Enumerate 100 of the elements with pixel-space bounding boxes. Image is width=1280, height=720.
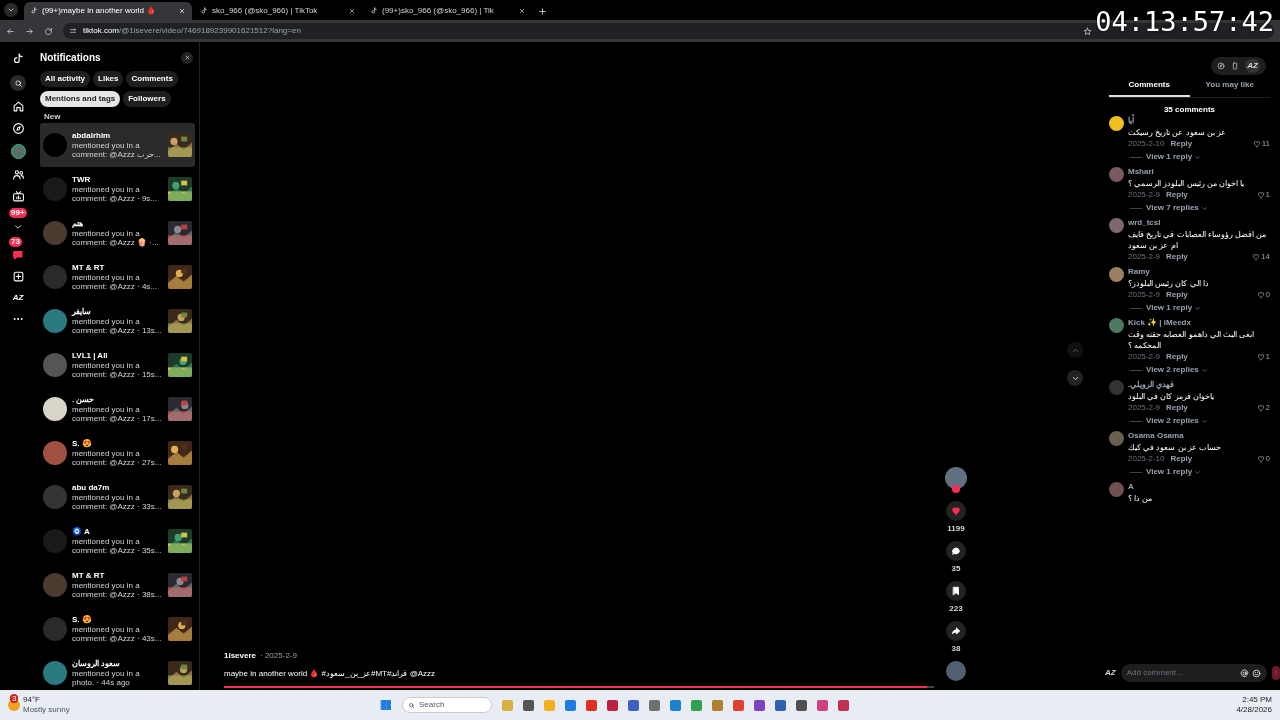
like-count[interactable]: 1 [1256,190,1270,200]
view-replies-link[interactable]: View 7 replies [1146,203,1208,213]
like-count[interactable]: 2 [1256,403,1270,413]
comment-author[interactable]: .فهدي الرويلي [1128,380,1270,390]
taskbar-app-icon[interactable] [607,699,618,711]
bookmark-star-icon[interactable] [1083,26,1092,36]
panel-tab[interactable]: You may like [1189,79,1270,97]
comment-input[interactable]: Add comment... [1126,667,1237,679]
like-button[interactable] [946,501,966,521]
upload-icon[interactable] [11,270,25,283]
notification-item[interactable]: TWR mentioned you in a comment: @Azzz · 9s... [40,167,195,211]
profile-text[interactable]: AZ [12,292,24,304]
filter-chip[interactable]: Mentions and tags [40,91,121,107]
close-button[interactable] [181,51,193,64]
notification-item[interactable]: S. 😍 mentioned you in a comment: @Azzz · 27s... [40,431,195,475]
mention-icon[interactable] [1239,668,1249,678]
browser-tab[interactable]: (99+)sko_966 (@sko_966) | Tik [364,2,532,20]
comment-author[interactable]: wrd_tcsl [1128,218,1270,228]
notification-item[interactable]: MT & RT mentioned you in a comment: @Azzz · 4s... [40,255,195,299]
panel-tab[interactable]: Comments [1109,79,1190,97]
notification-item[interactable]: 🧿 A mentioned you in a comment: @Azzz · 35s... [40,519,195,563]
comment-author[interactable]: Mshari [1128,167,1270,177]
taskbar-app-icon[interactable] [523,699,534,711]
filter-chip[interactable]: Likes [93,71,124,87]
comment-author[interactable]: Ramy [1128,267,1270,277]
taskbar-app-icon[interactable] [691,699,702,711]
notification-item[interactable]: abu da7m mentioned you in a comment: @Azzz · 33s... [40,475,195,519]
live-tv-icon[interactable] [11,190,25,203]
comment-author[interactable]: A [1128,482,1270,492]
like-count[interactable]: 0 [1256,290,1270,300]
reply-link[interactable]: Reply [1166,352,1188,362]
view-replies-link[interactable]: View 1 reply [1146,467,1202,477]
chevron-icon[interactable] [13,222,23,232]
tab-title: (99+)sko_966 (@sko_966) | Tik [382,5,495,17]
windows-icon[interactable] [380,699,392,711]
notification-item[interactable]: LVL1 | All mentioned you in a comment: @Azzz · 15s... [40,343,195,387]
emoji-icon[interactable] [1251,668,1261,678]
forward-icon[interactable] [25,26,34,36]
like-count[interactable]: 11 [1252,139,1270,149]
comment-button[interactable] [946,541,966,561]
back-icon[interactable] [6,26,15,36]
taskbar-app-icon[interactable] [775,699,786,711]
filter-chip[interactable]: All activity [40,71,90,87]
notification-item[interactable]: MT & RT mentioned you in a comment: @Azzz · 38s... [40,563,195,607]
view-replies-link[interactable]: View 2 replies [1146,365,1208,375]
friends-icon[interactable] [11,168,25,181]
notification-item[interactable]: S. 😍 mentioned you in a comment: @Azzz · 43s... [40,607,195,651]
close-icon[interactable] [518,7,526,15]
filter-chip[interactable]: Comments [126,71,178,87]
view-replies-link[interactable]: View 1 reply [1146,152,1202,162]
inbox-icon[interactable] [12,249,24,261]
action-count: 1199 [947,523,965,535]
profile-text[interactable]: AZ [1105,667,1116,679]
close-icon[interactable] [178,7,186,15]
reply-link[interactable]: Reply [1166,252,1188,262]
taskbar-app-icon[interactable] [817,699,828,711]
new-tab-icon[interactable] [538,7,547,16]
save-button[interactable] [946,581,966,601]
taskbar-app-icon[interactable] [754,699,765,711]
taskbar-search[interactable]: Search [402,697,492,713]
taskbar-app-icon[interactable] [586,699,597,711]
like-count[interactable]: 14 [1252,252,1270,262]
taskbar-app-icon[interactable] [565,699,576,711]
tiktok-logo-icon[interactable] [11,52,25,66]
home-icon[interactable] [11,100,25,113]
author-name[interactable]: 1isevere [224,650,257,662]
avatar[interactable] [1109,116,1124,131]
taskbar-app-icon[interactable] [796,699,807,711]
tab-search-icon[interactable] [7,6,15,14]
search-button[interactable] [10,75,26,91]
browser-tab[interactable]: (99+)maybe in another world 🩸 [24,2,192,20]
taskbar-app-icon[interactable] [670,699,681,711]
close-icon[interactable] [348,7,356,15]
view-replies-link[interactable]: View 2 replies [1146,416,1208,426]
comment-author[interactable]: Osama Osama [1128,431,1270,441]
compass-icon[interactable] [1217,62,1226,70]
taskbar-app-icon[interactable] [838,699,849,711]
reply-link[interactable]: Reply [1166,190,1188,200]
like-count[interactable]: 0 [1256,454,1270,464]
like-count[interactable]: 1 [1256,352,1270,362]
avatar[interactable] [43,397,67,421]
comment-author[interactable]: Kick ✨ | iMeedx [1128,318,1270,328]
device-icon[interactable] [1231,62,1240,70]
filter-chip[interactable]: Followers [123,91,171,107]
browser-tab[interactable]: sko_966 (@sko_966) | TikTok [194,2,362,20]
view-replies-link[interactable]: View 1 reply [1146,303,1202,313]
profile-button[interactable]: AZ [1245,59,1260,73]
reply-link[interactable]: Reply [1170,139,1193,149]
taskbar-app-icon[interactable] [649,699,660,711]
share-button[interactable] [946,621,966,641]
avatar[interactable] [10,144,26,159]
reply-link[interactable]: Reply [1170,454,1193,464]
reload-icon[interactable] [44,26,53,36]
comment-bar[interactable]: Add comment... [1120,664,1267,682]
taskbar-app-icon[interactable] [712,699,723,711]
comment-author[interactable]: أيا [1128,116,1270,126]
taskbar-app-icon[interactable] [733,699,744,711]
reply-link[interactable]: Reply [1166,290,1188,300]
reply-link[interactable]: Reply [1166,403,1188,413]
taskbar-app-icon[interactable] [628,699,639,711]
